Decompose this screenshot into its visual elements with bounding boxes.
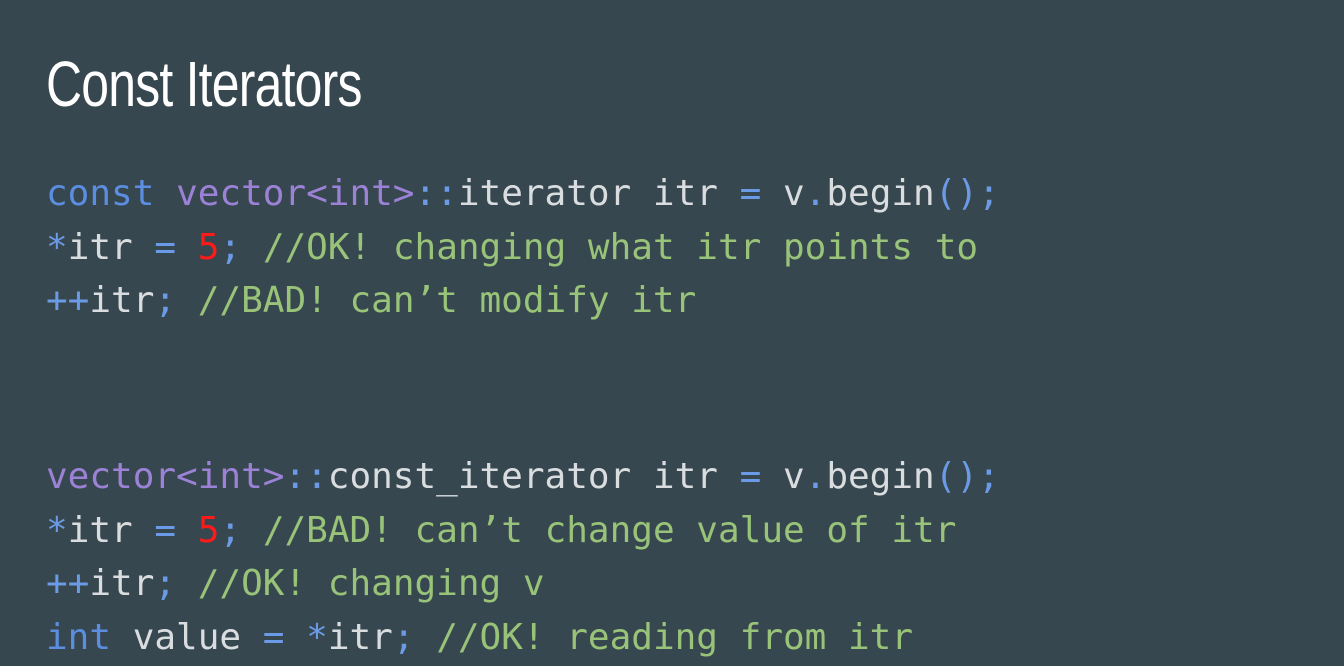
- code-token: .: [804, 456, 827, 497]
- code-token: =: [154, 226, 177, 268]
- code-token: int: [46, 616, 112, 658]
- code-token: ::: [414, 173, 458, 214]
- code-token: *: [306, 616, 328, 658]
- code-token: *: [46, 226, 68, 268]
- code-block-iterator: const vector<int>::iterator itr = v.begi…: [46, 167, 1000, 328]
- code-token: ++: [46, 280, 90, 321]
- slide-title: Const Iterators: [46, 48, 362, 120]
- code-token: ;: [392, 616, 415, 658]
- code-line: *itr = 5; //BAD! can’t change value of i…: [46, 504, 1000, 558]
- code-token: const: [46, 173, 155, 214]
- code-token: ;: [219, 509, 242, 551]
- code-token: itr: [89, 280, 155, 321]
- code-token: 5: [197, 509, 220, 551]
- code-token: vector<int>: [176, 173, 415, 214]
- code-token: //OK! reading from itr: [414, 616, 914, 658]
- code-token: iterator itr: [457, 173, 740, 214]
- code-token: v: [761, 456, 805, 497]
- code-line: int value = *itr; //OK! reading from itr: [46, 611, 1000, 665]
- code-token: value: [111, 616, 263, 658]
- code-token: //BAD! can’t modify itr: [176, 280, 697, 321]
- code-line: ++itr; //OK! changing v: [46, 557, 1000, 611]
- code-token: .: [804, 173, 827, 214]
- code-token: ();: [934, 456, 1000, 497]
- code-token: begin: [826, 456, 935, 497]
- code-token: ;: [219, 226, 242, 268]
- code-token: const_iterator itr: [327, 456, 740, 497]
- code-token: ();: [934, 173, 1000, 214]
- code-token: ;: [154, 563, 177, 604]
- code-token: itr: [89, 563, 155, 604]
- code-token: itr: [67, 226, 155, 268]
- code-token: //BAD! can’t change value of itr: [241, 509, 957, 551]
- code-token: ;: [154, 280, 177, 321]
- code-line: ++itr; //BAD! can’t modify itr: [46, 274, 1000, 328]
- code-line: vector<int>::const_iterator itr = v.begi…: [46, 450, 1000, 504]
- code-token: *: [46, 509, 68, 551]
- code-token: //OK! changing v: [176, 563, 545, 604]
- code-line: const vector<int>::iterator itr = v.begi…: [46, 167, 1000, 221]
- code-token: itr: [67, 509, 155, 551]
- code-token: =: [739, 173, 762, 214]
- code-token: v: [761, 173, 805, 214]
- slide: Const Iterators const vector<int>::itera…: [0, 0, 1344, 666]
- code-token: 5: [197, 226, 220, 268]
- code-token: //OK! changing what itr points to: [241, 226, 979, 268]
- code-token: =: [262, 616, 285, 658]
- code-token: begin: [826, 173, 935, 214]
- code-token: =: [154, 509, 177, 551]
- code-token: vector<int>: [46, 456, 285, 497]
- code-block-const-iterator: vector<int>::const_iterator itr = v.begi…: [46, 450, 1000, 664]
- code-token: =: [739, 456, 762, 497]
- code-line: *itr = 5; //OK! changing what itr points…: [46, 221, 1000, 275]
- code-token: itr: [327, 616, 393, 658]
- code-token: ::: [284, 456, 328, 497]
- code-token: ++: [46, 563, 90, 604]
